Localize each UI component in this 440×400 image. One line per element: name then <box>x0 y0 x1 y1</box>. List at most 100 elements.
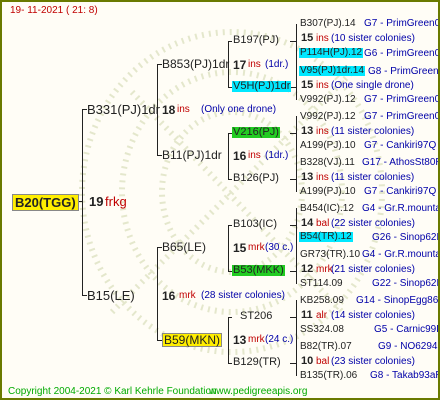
g4-mid-info: ins <box>316 33 329 44</box>
line <box>228 179 232 180</box>
g2-a-note: (1dr.) <box>265 59 289 70</box>
g4-left[interactable]: V95(PJ)1dr.14 <box>299 66 365 76</box>
g4-mid-num: 10 <box>301 355 314 367</box>
line <box>296 24 297 100</box>
g4-left[interactable]: KB258.09 <box>300 296 344 306</box>
g2-c-note: (30 c.) <box>265 242 294 253</box>
g4-mid-info: alr <box>316 310 328 321</box>
dam-bottom-info: mrk <box>179 290 196 301</box>
g4-left[interactable]: A199(PJ).10 <box>300 141 356 151</box>
g4-mid-info: bal <box>316 218 330 229</box>
pedigree-frame: 19- 11-2021 ( 21: 8) B20(TGG) 19 frkg B3… <box>0 0 440 400</box>
g4-left[interactable]: B54(TR).12 <box>299 232 353 242</box>
g2-d[interactable]: B59(MKN) <box>162 333 223 347</box>
line <box>290 317 296 318</box>
sire-top[interactable]: B331(PJ)1dr <box>87 103 160 116</box>
g4-left[interactable]: B82(TR).07 <box>300 342 352 352</box>
g4-mid-info: ins <box>316 172 329 183</box>
line <box>157 247 158 340</box>
line <box>290 225 296 226</box>
dam-bottom-note: (28 sister colonies) <box>201 290 285 301</box>
g4-left[interactable]: P114H(PJ).12 <box>299 48 364 58</box>
g4-right: G4 - Gr.R.mounta <box>362 249 440 260</box>
g4-mid-num: 11 <box>301 309 313 321</box>
line <box>296 208 297 284</box>
dam-bottom[interactable]: B15(LE) <box>87 289 135 302</box>
g4-right: G7 - PrimGreen00 <box>364 111 440 122</box>
g2-c[interactable]: B65(LE) <box>162 241 206 253</box>
g2-c-num: 15 <box>233 241 247 255</box>
g2-d-num: 13 <box>233 333 247 347</box>
g2-a-info: ins <box>248 59 261 70</box>
line <box>296 300 297 376</box>
g4-mid-note: (21 sister colonies) <box>331 264 415 275</box>
g4-left[interactable]: SS324.08 <box>300 325 344 335</box>
g3-a[interactable]: B197(PJ) <box>233 35 279 46</box>
g3-e[interactable]: B103(IC) <box>233 219 277 230</box>
g4-right: G4 - Gr.R.mounta <box>362 203 440 214</box>
line <box>228 363 232 364</box>
g3-c[interactable]: V216(PJ) <box>232 127 280 138</box>
g4-right: G7 - Cankiri97Q <box>364 140 437 151</box>
g2-b[interactable]: B11(PJ)1dr <box>162 149 222 161</box>
g4-left[interactable]: B454(IC).12 <box>300 204 354 214</box>
g4-mid-note: (11 sister colonies) <box>331 172 415 183</box>
footer-copyright: Copyright 2004-2021 © Karl Kehrle Founda… <box>8 386 217 397</box>
line <box>290 133 296 134</box>
line <box>228 317 229 363</box>
line <box>296 116 297 192</box>
g2-b-note: (1dr.) <box>265 150 289 161</box>
line <box>290 179 296 180</box>
g4-mid-num: 15 <box>301 79 314 91</box>
g4-right: G22 - Sinop62R <box>372 278 440 289</box>
g4-right: G17 - AthosSt80R <box>362 157 440 168</box>
g4-right: G8 - Takab93aR <box>370 370 440 381</box>
sire-top-note: (Only one drone) <box>201 104 277 115</box>
g4-left[interactable]: B135(TR).06 <box>300 371 357 381</box>
line <box>228 133 229 179</box>
g3-d[interactable]: B126(PJ) <box>233 173 279 184</box>
g4-right: G5 - Carnic99R <box>374 324 440 335</box>
g2-a-num: 17 <box>233 58 247 72</box>
g4-right: G26 - Sinop62R <box>372 232 440 243</box>
line <box>290 41 296 42</box>
g2-a[interactable]: B853(PJ)1dr <box>162 58 229 70</box>
g2-c-info: mrk <box>248 242 265 253</box>
line <box>228 225 232 226</box>
g4-mid-note: (11 sister colonies) <box>331 126 415 137</box>
g4-mid-note: (22 sister colonies) <box>331 218 415 229</box>
g4-left[interactable]: V992(PJ).12 <box>300 112 356 122</box>
root-num: 19 <box>89 194 104 209</box>
sire-top-info: ins <box>177 104 190 115</box>
g3-g[interactable]: ST206 <box>240 311 272 322</box>
g4-left[interactable]: ST114.09 <box>300 279 343 289</box>
g4-mid-num: 13 <box>301 171 314 183</box>
g3-f[interactable]: B53(MKK) <box>232 265 285 276</box>
g4-left[interactable]: V992(PJ).12 <box>300 95 356 105</box>
line <box>228 41 232 42</box>
g3-h[interactable]: B129(TR) <box>233 357 281 368</box>
g3-b[interactable]: V5H(PJ)1dr <box>232 81 292 92</box>
date-stamp: 19- 11-2021 ( 21: 8) <box>10 5 98 16</box>
g4-mid-info: ins <box>316 80 329 91</box>
g4-right: G7 - PrimGreen00 <box>364 94 440 105</box>
footer-url[interactable]: www.pedigreeapis.org <box>209 387 307 397</box>
g4-mid-num: 12 <box>301 263 314 275</box>
root-info: frkg <box>105 194 127 209</box>
g2-b-num: 16 <box>233 149 247 163</box>
g4-mid-num: 15 <box>301 32 314 44</box>
g2-d-info: mrk <box>248 334 265 345</box>
g4-mid-note: (10 sister colonies) <box>331 33 415 44</box>
g4-right: G8 - PrimGreen00 <box>368 66 439 77</box>
g4-mid-note: (14 sister colonies) <box>331 310 415 321</box>
g4-mid-note: (One single drone) <box>331 80 414 91</box>
g4-left[interactable]: GR73(TR).10 <box>300 250 360 260</box>
g2-b-info: ins <box>248 150 261 161</box>
root-queen[interactable]: B20(TGG) <box>12 194 79 211</box>
g4-left[interactable]: A199(PJ).10 <box>300 187 356 197</box>
g4-mid-num: 14 <box>301 217 314 229</box>
g4-right: G9 - NO6294R <box>378 341 440 352</box>
g4-left[interactable]: B328(VJ).11 <box>300 158 355 168</box>
g4-left[interactable]: B307(PJ).14 <box>300 19 356 29</box>
line <box>228 317 232 318</box>
